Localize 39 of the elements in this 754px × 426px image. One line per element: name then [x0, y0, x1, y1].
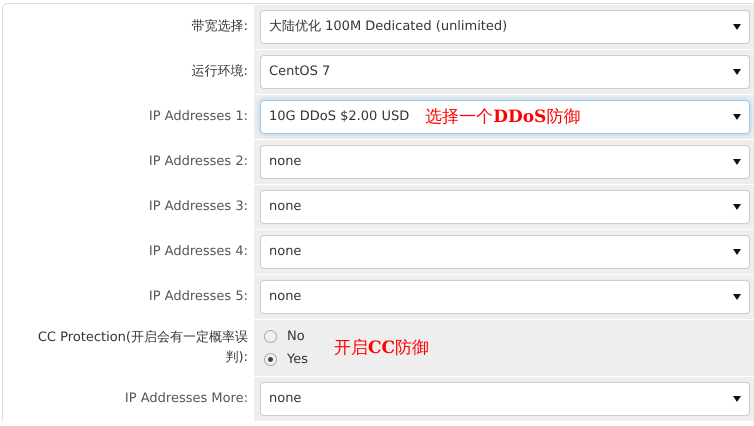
select-field[interactable]: none — [260, 280, 750, 314]
field-label: IP Addresses 5: — [148, 288, 248, 306]
select-field[interactable]: none — [260, 145, 750, 179]
select-field[interactable]: none — [260, 235, 750, 269]
select-value: CentOS 7 — [269, 63, 330, 82]
field-label: CC Protection(开启会有一定概率误判): — [36, 329, 248, 367]
select-field[interactable]: none — [260, 190, 750, 224]
caret-icon — [733, 159, 741, 165]
field-label: 运行环境: — [192, 63, 248, 81]
annotation-text: 开启CC防御 — [334, 340, 430, 356]
annotation-text: 选择一个DDoS防御 — [425, 108, 580, 126]
caret-icon — [733, 24, 741, 30]
field-label: 带宽选择: — [192, 18, 248, 36]
caret-icon — [733, 249, 741, 255]
caret-icon — [733, 204, 741, 210]
select-value: none — [269, 288, 302, 306]
field-label: IP Addresses 1: — [148, 108, 248, 126]
select-field[interactable]: CentOS 7 — [260, 55, 750, 89]
select-value: none — [269, 153, 302, 172]
select-value: 大陆优化 100M Dedicated (unlimited) — [269, 18, 508, 36]
select-value: 10G DDoS $2.00 USD — [269, 108, 410, 126]
radio-button[interactable] — [264, 330, 277, 344]
select-field[interactable]: 10G DDoS $2.00 USD 选择一个DDoS防御 — [260, 100, 750, 134]
select-value: none — [269, 243, 302, 262]
caret-icon — [733, 69, 741, 75]
caret-icon — [733, 114, 741, 120]
radio-button[interactable] — [264, 352, 277, 366]
select-value: none — [269, 198, 302, 216]
select-field[interactable]: 大陆优化 100M Dedicated (unlimited) — [260, 10, 750, 44]
caret-icon — [733, 396, 741, 402]
caret-icon — [733, 294, 741, 300]
field-label: IP Addresses 4: — [148, 243, 248, 261]
select-field[interactable]: none — [260, 382, 750, 416]
radio-label: No — [287, 328, 305, 346]
field-label: IP Addresses More: — [124, 390, 248, 408]
field-label: IP Addresses 2: — [148, 153, 248, 171]
radio-label: Yes — [287, 350, 308, 368]
select-value: none — [269, 390, 302, 408]
field-label: IP Addresses 3: — [148, 198, 248, 216]
